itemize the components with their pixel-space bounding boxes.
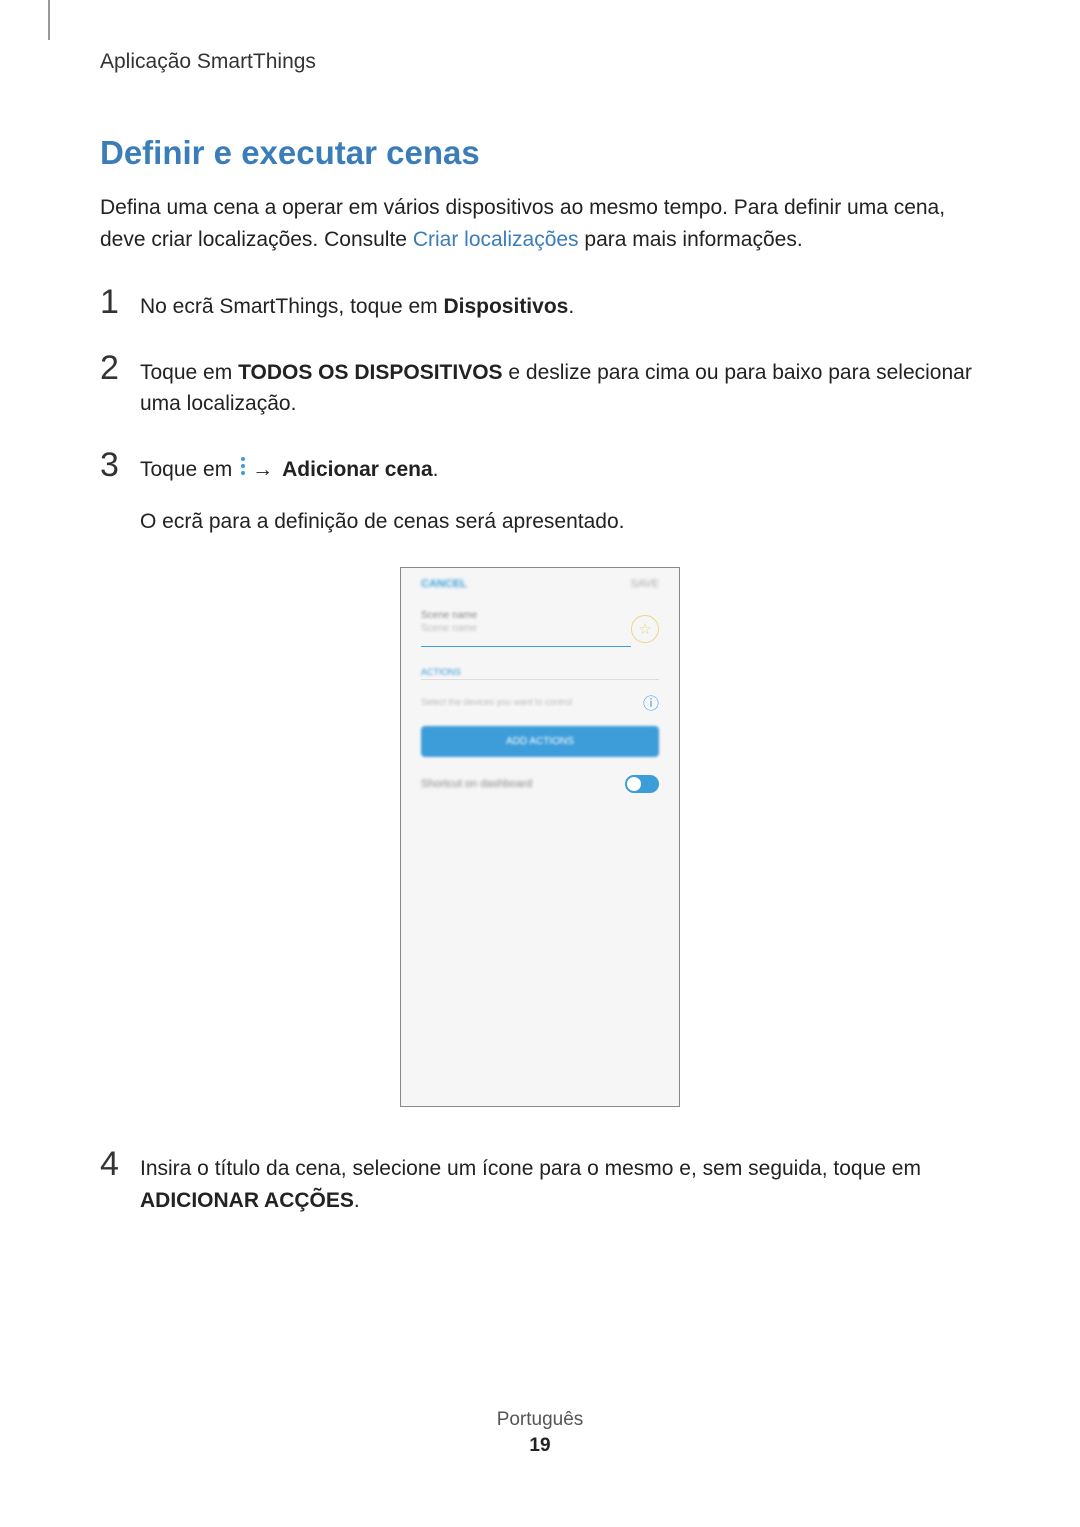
page-header: Aplicação SmartThings — [100, 50, 980, 74]
step-3-sub: O ecrã para a definição de cenas será ap… — [140, 506, 624, 538]
step-4-content: Insira o título da cena, selecione um íc… — [140, 1147, 980, 1216]
step-1-number: 1 — [100, 285, 140, 319]
step-4-suffix: . — [354, 1189, 360, 1212]
phone-shortcut-label: Shortcut on dashboard — [421, 778, 532, 790]
step-4: 4 Insira o título da cena, selecione um … — [100, 1147, 980, 1216]
phone-shortcut-row: Shortcut on dashboard — [421, 775, 659, 793]
step-1-suffix: . — [568, 295, 574, 318]
section-title: Definir e executar cenas — [100, 134, 980, 172]
phone-screen-mockup: CANCEL SAVE Scene name Scene name ☆ ACTI… — [400, 567, 680, 1107]
phone-save-button: SAVE — [630, 578, 659, 590]
phone-divider — [421, 679, 659, 680]
phone-add-actions-button: ADD ACTIONS — [421, 726, 659, 757]
phone-scene-name-row: Scene name Scene name ☆ — [421, 610, 659, 647]
phone-body: Scene name Scene name ☆ ACTIONS Select t… — [401, 600, 679, 1106]
step-1: 1 No ecrã SmartThings, toque em Disposit… — [100, 285, 980, 323]
step-3-bold: Adicionar cena — [277, 458, 433, 481]
intro-text-part2: para mais informações. — [579, 228, 803, 251]
step-1-content: No ecrã SmartThings, toque em Dispositiv… — [140, 285, 574, 323]
step-3-suffix: . — [433, 458, 439, 481]
step-2: 2 Toque em TODOS OS DISPOSITIVOS e desli… — [100, 351, 980, 420]
arrow-text: → — [252, 458, 273, 481]
phone-shortcut-toggle — [625, 775, 659, 793]
step-2-content: Toque em TODOS OS DISPOSITIVOS e deslize… — [140, 351, 980, 420]
star-icon: ☆ — [631, 615, 659, 643]
step-2-prefix: Toque em — [140, 361, 238, 384]
step-1-prefix: No ecrã SmartThings, toque em — [140, 295, 443, 318]
phone-header: CANCEL SAVE — [401, 568, 679, 600]
page-footer: Português 19 — [0, 1409, 1080, 1457]
step-3-number: 3 — [100, 448, 140, 482]
phone-cancel-button: CANCEL — [421, 578, 467, 590]
step-4-bold: ADICIONAR ACÇÕES — [140, 1189, 354, 1212]
phone-scene-name-placeholder: Scene name — [421, 623, 631, 634]
phone-actions-label: ACTIONS — [421, 667, 659, 677]
step-4-number: 4 — [100, 1147, 140, 1181]
more-options-icon — [240, 454, 246, 486]
screenshot-container: CANCEL SAVE Scene name Scene name ☆ ACTI… — [100, 567, 980, 1107]
phone-select-devices-row: Select the devices you want to control ⓘ — [421, 690, 659, 714]
phone-scene-name-group: Scene name Scene name — [421, 610, 631, 647]
step-1-bold: Dispositivos — [443, 295, 568, 318]
info-icon: ⓘ — [643, 690, 659, 714]
footer-page-number: 19 — [0, 1435, 1080, 1457]
phone-scene-name-label: Scene name — [421, 610, 631, 621]
left-margin-line — [48, 0, 50, 40]
step-3-content: Toque em → Adicionar cena. O ecrã para a… — [140, 448, 624, 538]
step-2-bold: TODOS OS DISPOSITIVOS — [238, 361, 503, 384]
footer-language: Português — [0, 1409, 1080, 1431]
page-content: Aplicação SmartThings Definir e executar… — [0, 0, 1080, 1216]
create-locations-link[interactable]: Criar localizações — [413, 228, 579, 251]
phone-select-devices-text: Select the devices you want to control — [421, 697, 572, 707]
intro-paragraph: Defina uma cena a operar em vários dispo… — [100, 192, 980, 255]
step-3-prefix: Toque em — [140, 458, 238, 481]
step-3: 3 Toque em → Adicionar cena. O ecrã para… — [100, 448, 980, 538]
step-2-number: 2 — [100, 351, 140, 385]
step-4-prefix: Insira o título da cena, selecione um íc… — [140, 1157, 921, 1180]
